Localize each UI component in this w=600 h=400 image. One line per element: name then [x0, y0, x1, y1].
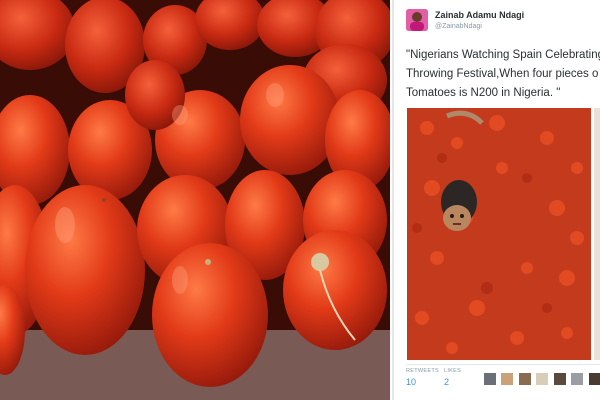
likes-count[interactable]: 2 — [444, 377, 461, 387]
tomato-festival-illustration — [407, 108, 591, 360]
tomatoes-photo — [0, 0, 390, 400]
likes-stat[interactable]: LIKES 2 — [444, 368, 461, 387]
tweet-stats: RETWEETS 10 LIKES 2 — [406, 368, 600, 398]
liker-avatar[interactable] — [518, 373, 531, 385]
profile-photo-icon[interactable] — [406, 9, 428, 31]
tweet-photo-next[interactable] — [594, 108, 600, 360]
tweet-text: "Nigerians Watching Spain Celebrating Th… — [406, 46, 600, 103]
liker-avatar[interactable] — [501, 373, 514, 385]
liker-avatars — [484, 373, 600, 387]
liker-avatar[interactable] — [536, 373, 549, 385]
tweet-header: Zainab Adamu Ndagi @ZainabNdagi — [406, 9, 600, 41]
retweets-stat[interactable]: RETWEETS 10 — [406, 368, 439, 387]
divider — [406, 364, 600, 365]
tweet-text-line: Tomatoes is N200 in Nigeria. " — [406, 87, 561, 99]
liker-avatar[interactable] — [571, 373, 584, 385]
liker-avatar[interactable] — [553, 373, 566, 385]
retweets-count[interactable]: 10 — [406, 377, 439, 387]
author-handle[interactable]: @ZainabNdagi — [435, 23, 482, 30]
retweets-label: RETWEETS — [406, 368, 439, 374]
tweet-text-line: "Nigerians Watching Spain Celebrating — [406, 49, 600, 61]
tweet-photo[interactable] — [407, 108, 591, 360]
tomatoes-illustration — [0, 0, 390, 400]
liker-avatar[interactable] — [484, 373, 496, 385]
tweet-card: Zainab Adamu Ndagi @ZainabNdagi "Nigeria… — [392, 0, 600, 400]
likes-label: LIKES — [444, 368, 462, 374]
author-name[interactable]: Zainab Adamu Ndagi — [435, 10, 524, 20]
tweet-text-line: Throwing Festival,When four pieces o — [406, 68, 599, 80]
liker-avatar[interactable] — [588, 373, 600, 385]
